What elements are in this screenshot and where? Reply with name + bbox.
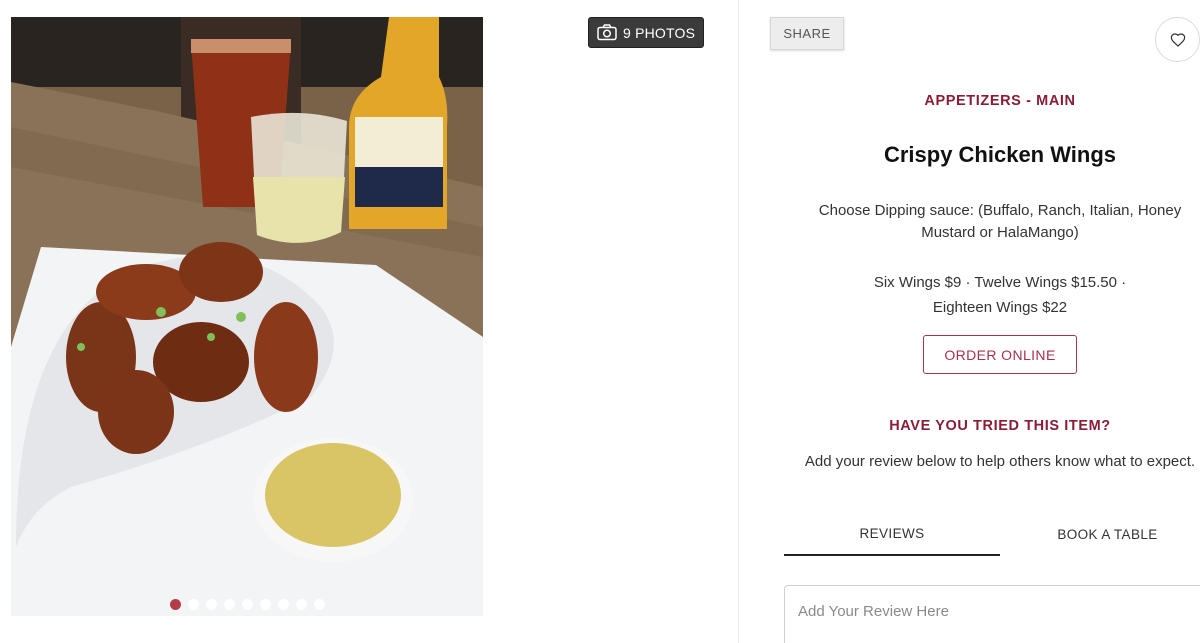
panel-divider <box>738 0 739 643</box>
pagination-dot[interactable] <box>205 599 217 610</box>
photo-pagination <box>11 599 483 610</box>
item-category: APPETIZERS - MAIN <box>924 93 1076 109</box>
favorite-button[interactable] <box>1155 17 1200 62</box>
review-input[interactable] <box>784 585 1200 643</box>
pagination-dot[interactable] <box>313 599 325 610</box>
item-description: Choose Dipping sauce: (Buffalo, Ranch, I… <box>818 202 1182 241</box>
review-heading: HAVE YOU TRIED THIS ITEM? <box>889 418 1111 434</box>
price-line: Six Wings $9 · Twelve Wings $15.50 · <box>873 274 1127 291</box>
pagination-dot[interactable] <box>187 599 199 610</box>
food-photo[interactable] <box>11 17 483 616</box>
price-line: Eighteen Wings $22 <box>932 299 1068 316</box>
pagination-dot[interactable] <box>241 599 253 610</box>
tab-reviews[interactable]: REVIEWS <box>784 512 1000 556</box>
item-title: Crispy Chicken Wings <box>883 142 1117 167</box>
share-button[interactable]: SHARE <box>770 17 844 50</box>
pagination-dot[interactable] <box>295 599 307 610</box>
pagination-dot[interactable] <box>223 599 235 610</box>
item-prices: Six Wings $9 · Twelve Wings $15.50 · Eig… <box>800 270 1200 320</box>
pagination-dot[interactable] <box>277 599 289 610</box>
review-help-text: Add your review below to help others kno… <box>804 453 1196 470</box>
view-photos-button[interactable]: 9 PHOTOS <box>588 17 705 48</box>
order-online-button[interactable]: ORDER ONLINE <box>923 335 1077 374</box>
tab-book-a-table[interactable]: BOOK A TABLE <box>1000 512 1200 556</box>
photos-button-label: 9 PHOTOS <box>623 24 696 41</box>
photo-gallery[interactable] <box>11 17 483 616</box>
heart-icon <box>1170 32 1185 47</box>
pagination-dot[interactable] <box>169 599 181 610</box>
pagination-dot[interactable] <box>259 599 271 610</box>
camera-icon <box>597 24 617 41</box>
